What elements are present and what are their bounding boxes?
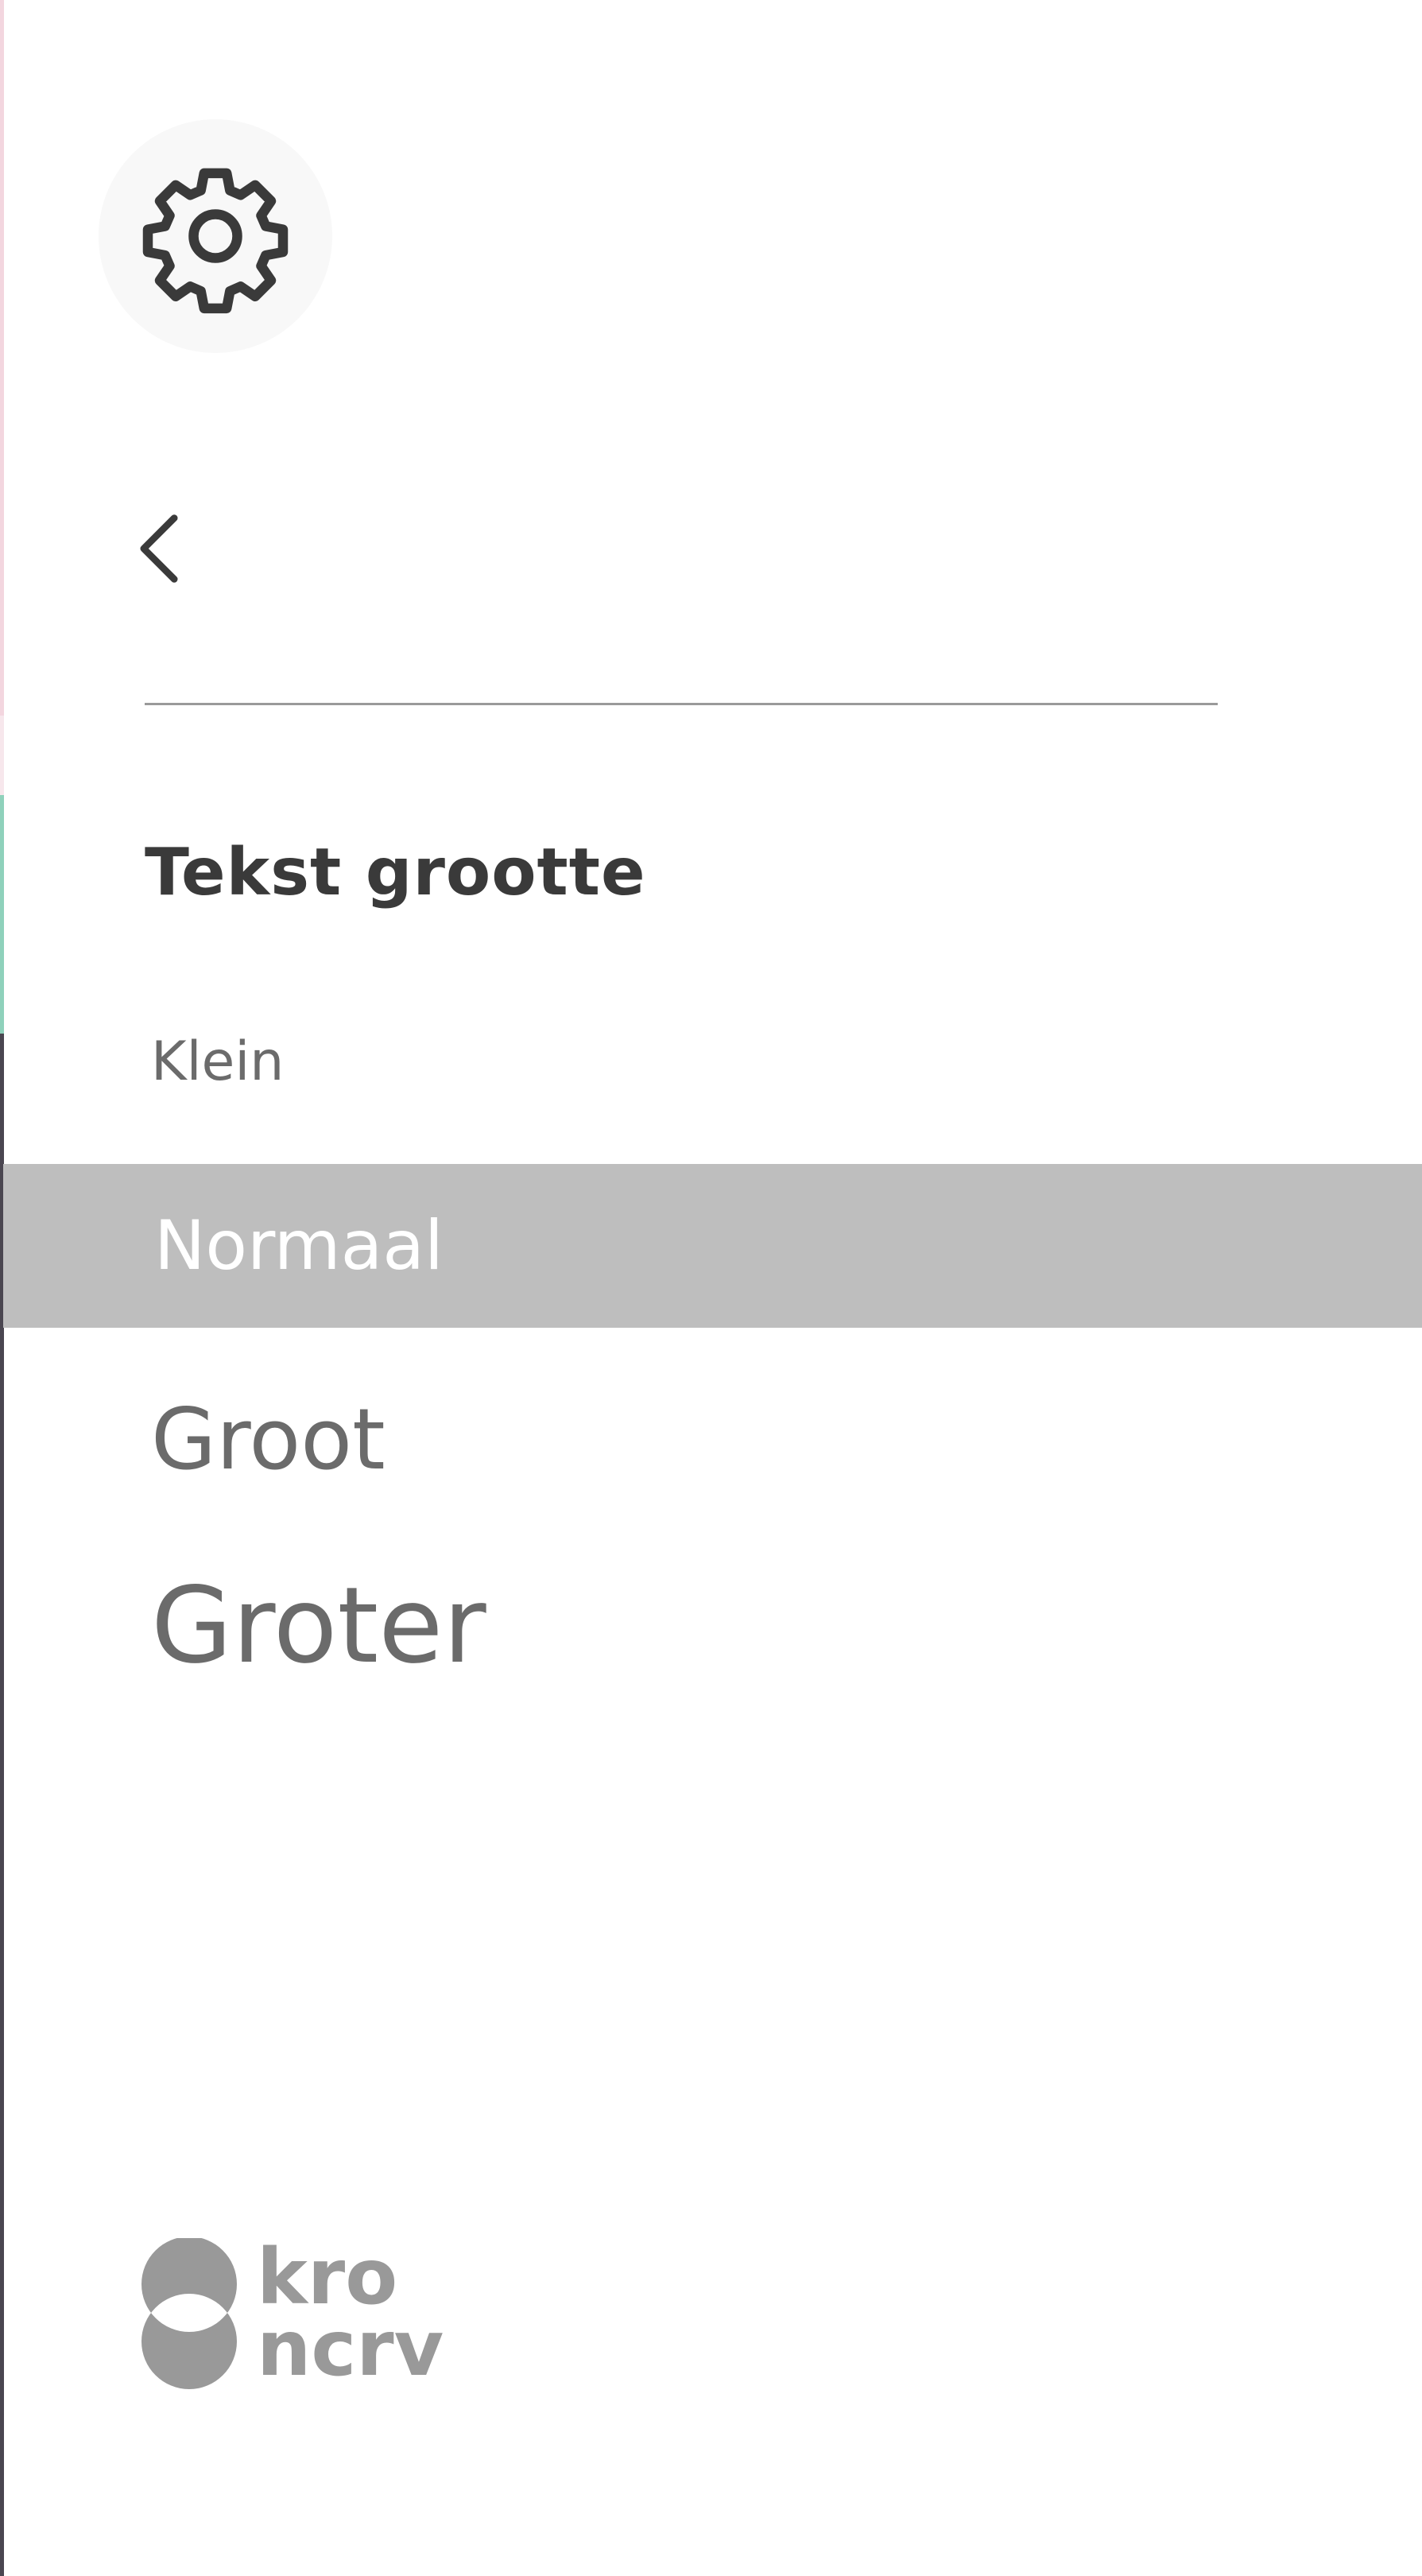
- option-label: Groter: [151, 1565, 486, 1687]
- kro-ncrv-logo: kro ncrv: [141, 2233, 475, 2393]
- back-button[interactable]: [135, 505, 215, 592]
- text-size-title: Tekst grootte: [145, 835, 646, 910]
- text-size-option-klein[interactable]: Klein: [0, 1018, 1422, 1105]
- option-label: Klein: [151, 1030, 285, 1093]
- settings-panel: Tekst grootte Klein Normaal Groot Groter…: [0, 0, 1422, 2576]
- chevron-left-icon: [135, 510, 183, 587]
- logo-text-ncrv: ncrv: [257, 2304, 444, 2389]
- text-size-option-groter[interactable]: Groter: [0, 1558, 1422, 1693]
- gear-icon: [136, 157, 295, 316]
- divider: [145, 703, 1218, 705]
- text-size-option-normaal[interactable]: Normaal: [3, 1164, 1422, 1328]
- option-label: Groot: [151, 1390, 386, 1488]
- settings-button[interactable]: [99, 119, 332, 353]
- text-size-option-groot[interactable]: Groot: [0, 1383, 1422, 1495]
- option-label: Normaal: [154, 1206, 444, 1286]
